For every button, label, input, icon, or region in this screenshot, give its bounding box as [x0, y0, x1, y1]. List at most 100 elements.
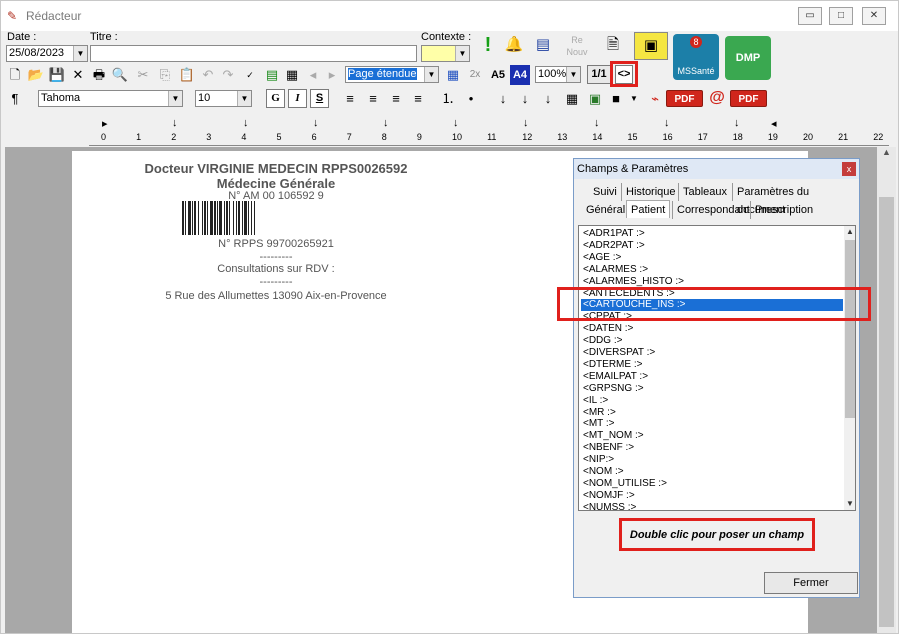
tab-prescription[interactable]: Prescription — [750, 201, 817, 219]
renouv-button[interactable]: Re Nouv — [560, 32, 594, 60]
alert-icon[interactable]: ! — [479, 32, 497, 60]
tab-historique[interactable]: Historique — [621, 183, 680, 201]
field-list-item[interactable]: <NUMSS :> — [581, 502, 843, 510]
print-preview-icon[interactable]: 🔍 — [111, 65, 129, 85]
underline-button[interactable]: S — [310, 89, 329, 108]
indent-down2-icon[interactable]: ↓ — [516, 89, 534, 109]
view-mode-select[interactable]: Page étendue ▼ — [345, 66, 439, 83]
layout-icon[interactable]: ▦ — [444, 65, 462, 85]
field-list-item[interactable]: <NIP:> — [581, 454, 843, 466]
maximize-button[interactable]: □ — [829, 7, 853, 25]
field-list-item[interactable]: <DDG :> — [581, 335, 843, 347]
dmp-button[interactable]: DMP — [725, 36, 771, 80]
tab-marker[interactable]: ↓ — [383, 117, 389, 129]
tab-marker[interactable]: ↓ — [594, 117, 600, 129]
chevron-down-icon[interactable]: ▼ — [73, 46, 87, 61]
align-center-icon[interactable]: ≡ — [387, 89, 405, 109]
title-input[interactable] — [90, 45, 417, 62]
field-list-item[interactable]: <GRPSNG :> — [581, 383, 843, 395]
field-list-item[interactable]: <ALARMES :> — [581, 264, 843, 276]
field-list-item[interactable]: <NOM_UTILISE :> — [581, 478, 843, 490]
bell-icon[interactable]: 🔔 — [503, 32, 525, 60]
list-scroll-thumb[interactable] — [845, 240, 855, 418]
align-left-icon[interactable]: ≡ — [341, 89, 359, 109]
a5-button[interactable]: A5 — [488, 65, 508, 85]
panel-close-button[interactable]: x — [842, 162, 856, 176]
numbered-list-icon[interactable]: ⒈ — [439, 89, 457, 109]
paragraph-icon[interactable]: ¶ — [6, 89, 24, 109]
fermer-button[interactable]: Fermer — [764, 572, 858, 594]
chevron-down-icon[interactable]: ▼ — [625, 89, 643, 109]
arrow-right-icon[interactable]: ▸ — [323, 65, 341, 85]
tab-marker[interactable]: ◂ — [771, 117, 777, 130]
context-combo[interactable]: ▼ — [421, 45, 470, 62]
mssante-button[interactable]: 8 MSSanté — [673, 34, 719, 80]
spellcheck-icon[interactable]: ✓ — [241, 65, 259, 85]
field-list-item[interactable]: <NOM :> — [581, 466, 843, 478]
chevron-down-icon[interactable]: ▼ — [566, 67, 580, 82]
indent-down3-icon[interactable]: ↓ — [539, 89, 557, 109]
paste-icon[interactable]: 📋 — [178, 65, 196, 85]
a4-button[interactable]: A4 — [510, 65, 530, 85]
italic-button[interactable]: I — [288, 89, 307, 108]
font-size-select[interactable]: 10 ▼ — [195, 90, 252, 107]
scroll-down-icon[interactable]: ▼ — [844, 498, 855, 510]
pdf-email-button[interactable]: PDF — [730, 90, 767, 107]
field-list-item[interactable]: <DATEN :> — [581, 323, 843, 335]
scanner-icon[interactable]: ▣ — [634, 32, 668, 60]
date-combo[interactable]: 25/08/2023 ▼ — [6, 45, 88, 62]
align-justify-icon[interactable]: ≡ — [409, 89, 427, 109]
list-scrollbar[interactable]: ▲ ▼ — [844, 226, 855, 510]
close-button[interactable]: ✕ — [862, 7, 886, 25]
grid-table-icon[interactable]: ▦ — [563, 89, 581, 109]
tab-correspondant[interactable]: Correspondant — [672, 201, 754, 219]
scroll-up-icon[interactable]: ▲ — [844, 226, 855, 238]
double-page-button[interactable]: 2x — [465, 65, 485, 85]
print-icon[interactable]: 🖶 — [90, 65, 108, 85]
arrow-left-icon[interactable]: ◂ — [304, 65, 322, 85]
align-right-icon[interactable]: ≡ — [364, 89, 382, 109]
image-icon[interactable]: ▣ — [586, 89, 604, 109]
print-list-icon[interactable]: 🗎 — [599, 32, 627, 60]
undo-icon[interactable]: ↶ — [199, 65, 217, 85]
email-at-button[interactable]: @ — [708, 88, 726, 108]
field-list-item[interactable]: <AGE :> — [581, 252, 843, 264]
tab-general[interactable]: Général — [582, 201, 629, 219]
new-document-icon[interactable]: 🗋 — [6, 65, 24, 85]
copy-icon[interactable]: ⎘ — [156, 65, 174, 85]
tab-tableaux[interactable]: Tableaux — [678, 183, 731, 201]
tab-marker[interactable]: ↓ — [453, 117, 459, 129]
document-scrollbar[interactable]: ▲ — [877, 147, 896, 633]
field-list-item[interactable]: <IL :> — [581, 395, 843, 407]
tab-marker[interactable]: ↓ — [243, 117, 249, 129]
tab-patient[interactable]: Patient — [626, 200, 671, 218]
tab-marker[interactable]: ↓ — [734, 117, 740, 129]
tab-marker[interactable]: ↓ — [523, 117, 529, 129]
color-picker-icon[interactable]: ■ — [607, 89, 625, 109]
minimize-button[interactable]: ▭ — [798, 7, 822, 25]
pdf-button[interactable]: PDF — [666, 90, 703, 107]
tab-parametres-document[interactable]: Paramètres du document — [732, 183, 859, 216]
tab-marker[interactable]: ↓ — [664, 117, 670, 129]
cut-icon[interactable]: ✂ — [134, 65, 152, 85]
redo-icon[interactable]: ↷ — [219, 65, 237, 85]
chevron-down-icon[interactable]: ▼ — [424, 67, 438, 82]
field-list-item[interactable]: <EMAILPAT :> — [581, 371, 843, 383]
scroll-thumb[interactable] — [879, 197, 894, 627]
indent-down-icon[interactable]: ↓ — [494, 89, 512, 109]
open-folder-icon[interactable]: 📂 — [27, 65, 45, 85]
bullet-list-icon[interactable]: • — [462, 89, 480, 109]
tab-suivi[interactable]: Suivi — [589, 183, 621, 201]
tab-marker[interactable]: ▸ — [102, 117, 108, 130]
field-list-item[interactable]: <DTERME :> — [581, 359, 843, 371]
font-name-select[interactable]: Tahoma ▼ — [38, 90, 183, 107]
delete-icon[interactable]: ✕ — [69, 65, 87, 85]
field-list-item[interactable]: <NOMJF :> — [581, 490, 843, 502]
zoom-select[interactable]: 100% ▼ — [535, 66, 581, 83]
field-list-item[interactable]: <MT :> — [581, 418, 843, 430]
tab-marker[interactable]: ↓ — [172, 117, 178, 129]
save-icon[interactable]: 💾 — [48, 65, 66, 85]
document-edit-icon[interactable]: ▤ — [531, 32, 555, 60]
fields-list[interactable]: ▲ ▼ <ADR1PAT :> <ADR2PAT :> <AGE :> <ALARME… — [578, 225, 856, 511]
chevron-down-icon[interactable]: ▼ — [455, 46, 469, 61]
